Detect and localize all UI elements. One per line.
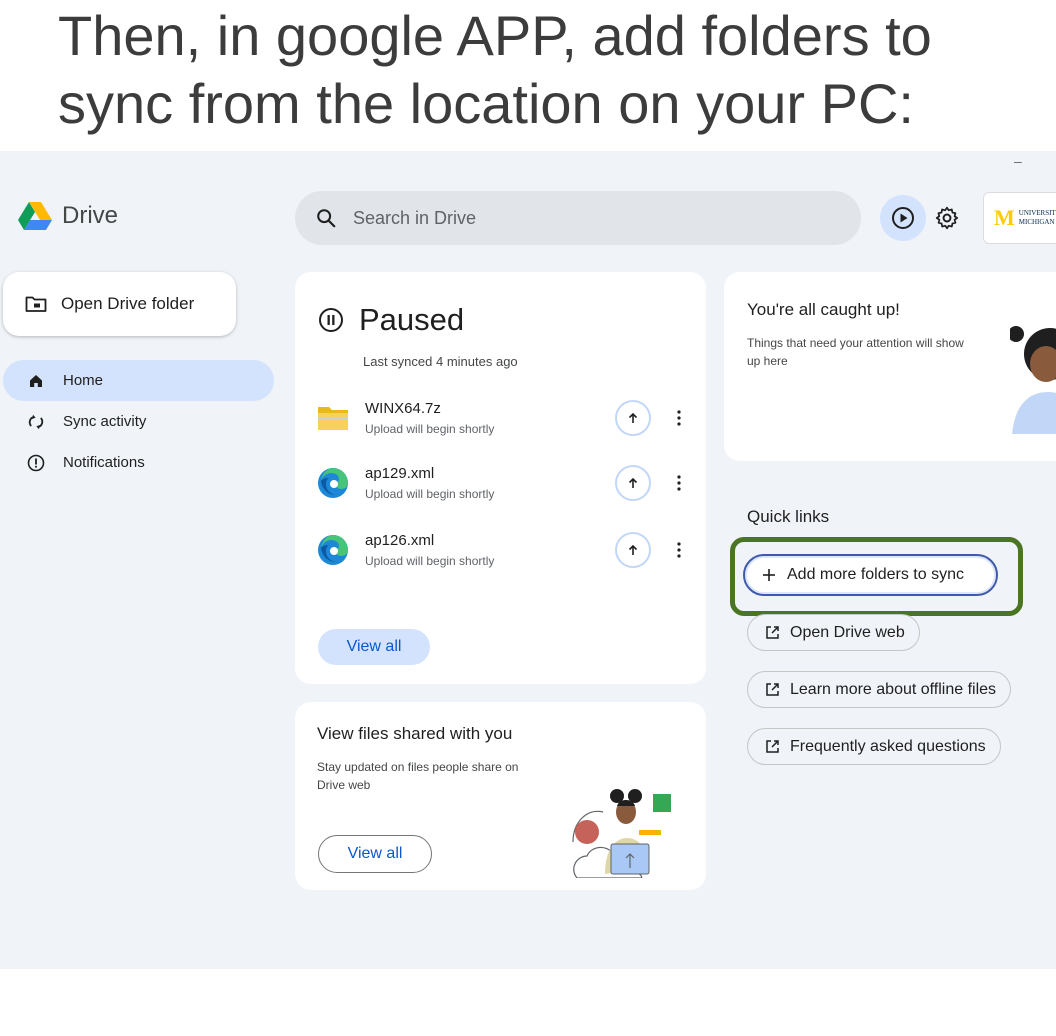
search-input[interactable] bbox=[353, 207, 833, 229]
home-icon bbox=[27, 372, 45, 390]
file-name: ap129.xml bbox=[365, 465, 435, 482]
shared-files-card: View files shared with you Stay updated … bbox=[295, 702, 706, 890]
sync-icon bbox=[27, 413, 45, 431]
open-external-icon bbox=[764, 682, 780, 698]
open-drive-web-link[interactable]: Open Drive web bbox=[747, 614, 920, 651]
shared-files-title: View files shared with you bbox=[317, 724, 513, 743]
sidebar-item-notifications[interactable]: Notifications bbox=[3, 442, 274, 483]
open-drive-folder-button[interactable]: Open Drive folder bbox=[3, 272, 236, 336]
add-folders-to-sync-button[interactable]: Add more folders to sync bbox=[743, 554, 998, 596]
file-status: Upload will begin shortly bbox=[365, 422, 495, 436]
upload-button[interactable] bbox=[615, 400, 651, 436]
arrow-up-icon bbox=[628, 477, 638, 488]
caught-up-card: You're all caught up! Things that need y… bbox=[724, 272, 1056, 461]
paused-title: Paused bbox=[359, 302, 465, 337]
caught-up-description: Things that need your attention will sho… bbox=[747, 336, 964, 368]
plus-icon bbox=[761, 567, 777, 583]
more-vert-icon bbox=[677, 542, 681, 558]
chip-label: Open Drive web bbox=[790, 623, 905, 641]
drive-logo-icon bbox=[18, 202, 52, 230]
resume-sync-button[interactable] bbox=[880, 195, 926, 241]
more-options-button[interactable] bbox=[669, 537, 689, 563]
file-name: WINX64.7z bbox=[365, 400, 441, 417]
sidebar-item-label: Notifications bbox=[63, 454, 145, 471]
arrow-up-icon bbox=[628, 544, 638, 555]
sidebar-item-sync-activity[interactable]: Sync activity bbox=[3, 401, 274, 442]
folder-zip-icon bbox=[318, 407, 348, 430]
edge-icon bbox=[318, 468, 348, 498]
paused-sync-card: Paused Last synced 4 minutes ago WINX64.… bbox=[295, 272, 706, 684]
file-name: ap126.xml bbox=[365, 532, 435, 549]
view-all-button[interactable]: View all bbox=[318, 629, 430, 665]
more-options-button[interactable] bbox=[669, 405, 689, 431]
caught-up-title: You're all caught up! bbox=[747, 300, 900, 319]
sidebar-item-label: Sync activity bbox=[63, 413, 147, 430]
shared-files-description: Stay updated on files people share on Dr… bbox=[317, 760, 519, 792]
drive-brand: Drive bbox=[18, 201, 118, 231]
university-logo-letter: M bbox=[994, 205, 1015, 230]
upload-button[interactable] bbox=[615, 532, 651, 568]
university-logo-text: UNIVERSITY OF MICHIGAN bbox=[1018, 209, 1056, 226]
search-icon bbox=[317, 209, 336, 228]
shared-files-illustration bbox=[572, 789, 671, 878]
account-button[interactable]: M UNIVERSITY OF MICHIGAN bbox=[983, 192, 1056, 244]
minimize-button[interactable]: – bbox=[1014, 153, 1022, 169]
sidebar-item-label: Home bbox=[63, 372, 104, 389]
file-row[interactable]: ap129.xml Upload will begin shortly bbox=[317, 465, 697, 513]
open-external-icon bbox=[764, 739, 780, 755]
file-row[interactable]: ap126.xml Upload will begin shortly bbox=[317, 532, 697, 580]
faq-link[interactable]: Frequently asked questions bbox=[747, 728, 1001, 765]
pause-circle-icon bbox=[319, 308, 343, 332]
open-external-icon bbox=[764, 625, 780, 641]
play-circle-icon bbox=[892, 207, 914, 229]
file-row[interactable]: WINX64.7z Upload will begin shortly bbox=[317, 400, 697, 448]
quick-links-title: Quick links bbox=[747, 507, 830, 526]
more-options-button[interactable] bbox=[669, 470, 689, 496]
slide-title: Then, in google APP, add folders to sync… bbox=[58, 4, 932, 135]
last-synced-text: Last synced 4 minutes ago bbox=[363, 354, 518, 369]
chip-label: Learn more about offline files bbox=[790, 680, 997, 698]
view-all-shared-button[interactable]: View all bbox=[318, 835, 432, 873]
learn-offline-files-link[interactable]: Learn more about offline files bbox=[747, 671, 1012, 708]
chip-label: Frequently asked questions bbox=[790, 737, 986, 755]
more-vert-icon bbox=[677, 410, 681, 426]
upload-button[interactable] bbox=[615, 465, 651, 501]
more-vert-icon bbox=[677, 475, 681, 491]
info-icon bbox=[27, 454, 45, 472]
file-status: Upload will begin shortly bbox=[365, 554, 495, 568]
file-status: Upload will begin shortly bbox=[365, 487, 495, 501]
person-illustration bbox=[1010, 326, 1056, 434]
edge-icon bbox=[318, 535, 348, 565]
arrow-up-icon bbox=[628, 412, 638, 423]
search-bar[interactable] bbox=[295, 191, 861, 245]
sidebar-item-home[interactable]: Home bbox=[3, 360, 274, 401]
settings-gear-icon[interactable] bbox=[934, 205, 960, 231]
chip-label: Add more folders to sync bbox=[787, 566, 964, 583]
drive-app-window: – Drive M UNIVERSITY OF MICHIGAN bbox=[0, 151, 1056, 969]
sidebar-nav: Home Sync activity Notifications bbox=[3, 360, 274, 483]
folder-icon bbox=[25, 296, 47, 312]
open-drive-folder-label: Open Drive folder bbox=[61, 294, 195, 313]
app-name: Drive bbox=[62, 202, 119, 229]
paused-header: Paused bbox=[317, 302, 464, 338]
